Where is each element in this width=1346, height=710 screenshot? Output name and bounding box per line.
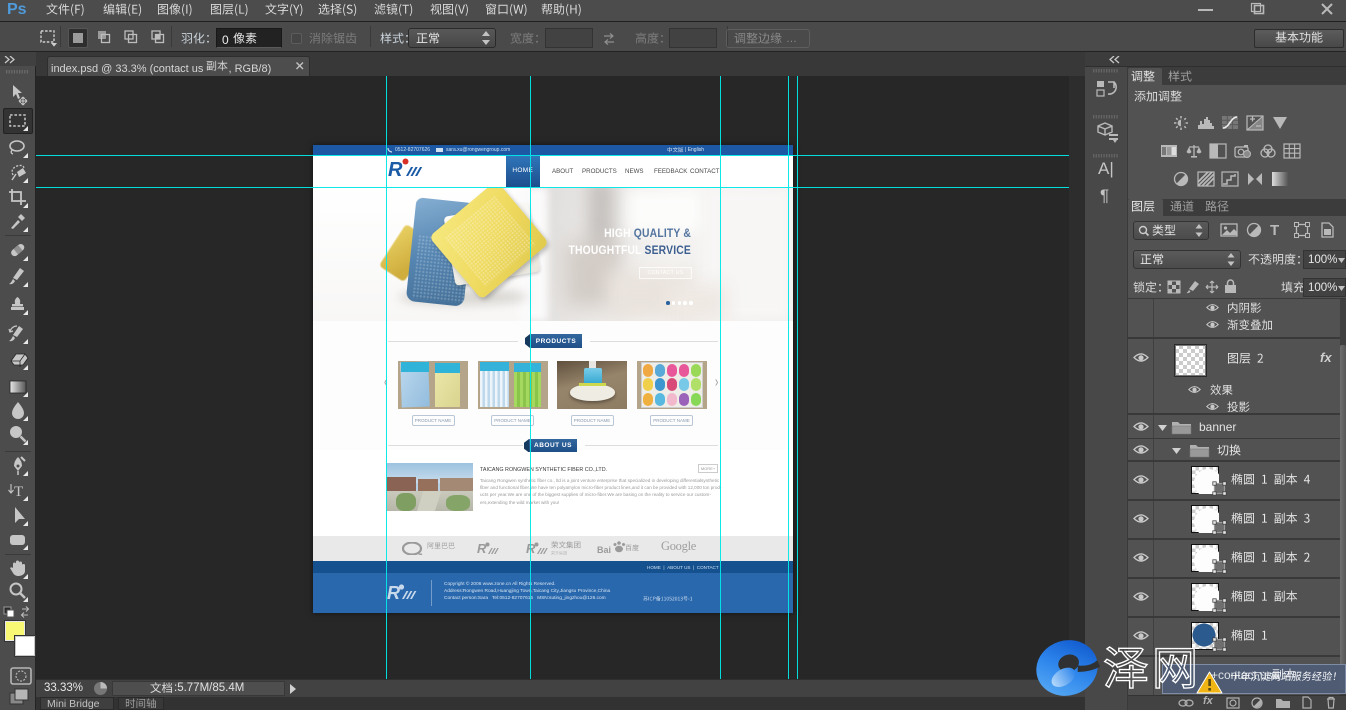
svg-text:R: R bbox=[388, 159, 403, 180]
svg-text:R: R bbox=[387, 583, 400, 603]
svg-text:R: R bbox=[526, 541, 536, 556]
svg-text:Bai: Bai bbox=[597, 545, 611, 555]
svg-text:T: T bbox=[14, 484, 23, 500]
svg-text:R: R bbox=[477, 541, 487, 556]
